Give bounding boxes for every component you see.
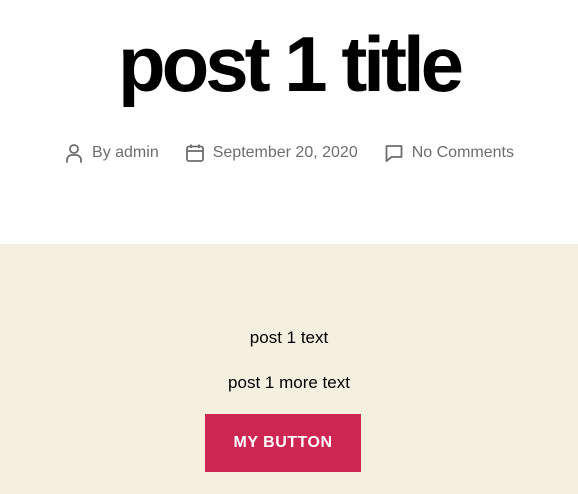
comment-icon — [384, 143, 404, 163]
post-paragraph: post 1 more text — [228, 373, 350, 392]
post-date[interactable]: September 20, 2020 — [185, 143, 358, 163]
post-paragraph: post 1 text — [249, 328, 329, 347]
my-button[interactable]: MY BUTTON — [205, 414, 361, 472]
post-date-link[interactable]: September 20, 2020 — [213, 144, 358, 162]
post-comments[interactable]: No Comments — [384, 143, 514, 163]
user-icon — [64, 143, 84, 163]
post-comments-link[interactable]: No Comments — [412, 144, 514, 162]
post-content: post 1 text post 1 more text MY BUTTON — [0, 244, 578, 494]
post-header: post 1 title By admin September 20, 2020… — [0, 0, 578, 244]
post-title: post 1 title — [117, 20, 464, 108]
post-meta: By admin September 20, 2020 No Comments — [0, 141, 578, 165]
post-author[interactable]: By admin — [64, 143, 159, 163]
post-author-link[interactable]: By admin — [92, 144, 159, 162]
calendar-icon — [185, 143, 205, 163]
